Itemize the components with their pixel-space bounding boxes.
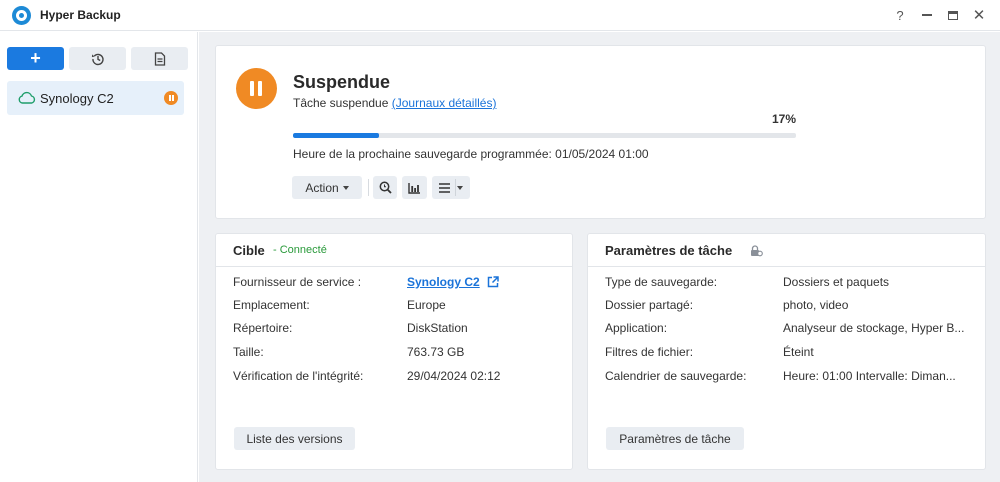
external-link-icon[interactable] xyxy=(487,276,499,288)
info-row: Répertoire: DiskStation xyxy=(216,321,572,341)
add-task-button[interactable]: + xyxy=(7,47,64,70)
next-backup-time: Heure de la prochaine sauvegarde program… xyxy=(293,147,649,161)
task-settings-button[interactable]: Paramètres de tâche xyxy=(606,427,744,450)
connection-status: - Connecté xyxy=(273,244,327,256)
task-settings-card: Paramètres de tâche Type de sauvegarde: … xyxy=(587,233,986,470)
info-row: Vérification de l'intégrité: 29/04/2024 … xyxy=(216,369,572,389)
minimize-button[interactable] xyxy=(917,5,937,25)
close-button[interactable]: ✕ xyxy=(969,5,989,25)
status-title: Suspendue xyxy=(293,72,391,92)
row-value: 763.73 GB xyxy=(407,345,465,359)
info-row: Emplacement: Europe xyxy=(216,298,572,318)
info-row: Dossier partagé: photo, video xyxy=(588,298,985,318)
paused-status-icon xyxy=(164,91,178,105)
progress-bar-fill xyxy=(293,133,379,138)
row-label: Type de sauvegarde: xyxy=(605,275,718,289)
restore-history-button[interactable] xyxy=(69,47,126,70)
log-button[interactable] xyxy=(131,47,188,70)
document-icon xyxy=(154,51,165,66)
split-divider xyxy=(455,179,456,196)
service-provider-link[interactable]: Synology C2 xyxy=(407,275,480,289)
bar-chart-icon xyxy=(408,182,420,194)
chevron-down-icon xyxy=(342,185,349,190)
task-settings-card-header: Paramètres de tâche xyxy=(588,234,985,267)
row-value: photo, video xyxy=(783,298,849,312)
progress-percent: 17% xyxy=(771,112,796,126)
action-label: Action xyxy=(305,180,339,195)
info-row: Calendrier de sauvegarde: Heure: 01:00 I… xyxy=(588,369,985,389)
target-card: Cible - Connecté Fournisseur de service … xyxy=(215,233,573,470)
info-row: Filtres de fichier: Éteint xyxy=(588,345,985,365)
row-label: Emplacement: xyxy=(233,298,310,312)
task-item-synology-c2[interactable]: Synology C2 xyxy=(7,81,184,115)
search-icon xyxy=(379,181,392,194)
row-label: Filtres de fichier: xyxy=(605,345,694,359)
main-panel: Suspendue Tâche suspendue (Journaux déta… xyxy=(199,32,1000,482)
task-settings-title: Paramètres de tâche xyxy=(605,243,733,258)
toolbar-divider xyxy=(368,179,369,196)
row-value: 29/04/2024 02:12 xyxy=(407,369,501,383)
detailed-logs-link[interactable]: (Journaux détaillés) xyxy=(392,96,497,110)
row-label: Répertoire: xyxy=(233,321,293,335)
maximize-icon xyxy=(948,10,958,20)
row-value: Heure: 01:00 Intervalle: Diman... xyxy=(783,369,956,383)
browse-button[interactable] xyxy=(373,176,397,199)
row-value: Analyseur de stockage, Hyper B... xyxy=(783,321,965,335)
title-bar: Hyper Backup ? ✕ xyxy=(0,0,1000,31)
minimize-icon xyxy=(922,14,932,16)
help-button[interactable]: ? xyxy=(890,5,910,25)
status-card: Suspendue Tâche suspendue (Journaux déta… xyxy=(215,45,986,219)
row-label: Dossier partagé: xyxy=(605,298,694,312)
chevron-down-icon xyxy=(457,186,463,190)
info-row: Type de sauvegarde: Dossiers et paquets xyxy=(588,275,985,295)
encryption-lock-icon xyxy=(751,245,763,257)
info-row: Application: Analyseur de stockage, Hype… xyxy=(588,321,985,341)
row-value: Synology C2 xyxy=(407,275,499,289)
history-icon xyxy=(91,53,104,65)
status-subtitle-text: Tâche suspendue xyxy=(293,96,389,110)
maximize-button[interactable] xyxy=(943,5,963,25)
pause-status-icon xyxy=(236,68,277,109)
cloud-icon xyxy=(18,91,36,104)
app-title: Hyper Backup xyxy=(40,8,121,22)
row-label: Taille: xyxy=(233,345,264,359)
row-label: Vérification de l'intégrité: xyxy=(233,369,364,383)
action-dropdown-button[interactable]: Action xyxy=(292,176,362,199)
more-menu-button[interactable] xyxy=(432,176,470,199)
row-value: DiskStation xyxy=(407,321,468,335)
status-subtitle: Tâche suspendue (Journaux détaillés) xyxy=(293,96,496,110)
hyper-backup-logo-icon xyxy=(12,6,31,25)
row-value: Éteint xyxy=(783,345,814,359)
version-list-button[interactable]: Liste des versions xyxy=(234,427,355,450)
row-value: Europe xyxy=(407,298,446,312)
row-label: Fournisseur de service : xyxy=(233,275,362,289)
target-card-header: Cible - Connecté xyxy=(216,234,572,267)
row-label: Application: xyxy=(605,321,668,335)
row-label: Calendrier de sauvegarde: xyxy=(605,369,747,383)
task-name: Synology C2 xyxy=(40,91,114,106)
info-row: Fournisseur de service : Synology C2 xyxy=(216,275,572,295)
info-row: Taille: 763.73 GB xyxy=(216,345,572,365)
statistics-button[interactable] xyxy=(402,176,427,199)
sidebar: + Synology C2 xyxy=(0,32,198,482)
row-value: Dossiers et paquets xyxy=(783,275,890,289)
target-title: Cible xyxy=(233,243,265,258)
progress-bar xyxy=(293,133,796,138)
hamburger-menu-icon xyxy=(439,183,450,193)
